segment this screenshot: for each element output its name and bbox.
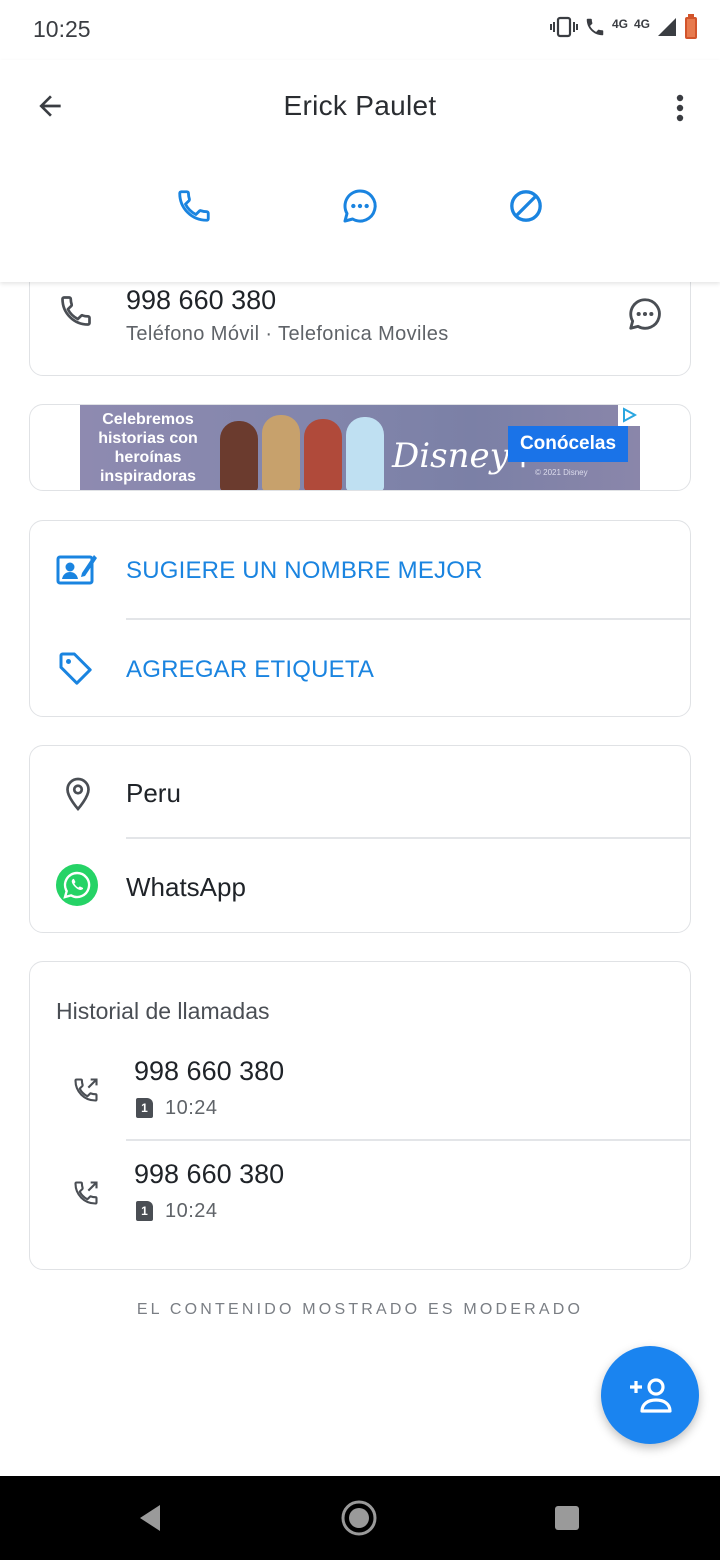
outgoing-call-icon bbox=[72, 1076, 100, 1109]
status-time: 10:25 bbox=[33, 16, 91, 42]
block-button[interactable] bbox=[500, 180, 552, 232]
battery-icon bbox=[684, 13, 698, 45]
call-time: 10:24 bbox=[165, 1097, 218, 1119]
add-person-icon bbox=[630, 1378, 672, 1413]
ad-headline: Celebremos historias con heroínas inspir… bbox=[98, 411, 198, 485]
more-options-button[interactable] bbox=[666, 86, 694, 130]
home-circle-icon bbox=[341, 1500, 377, 1536]
back-triangle-icon bbox=[140, 1505, 160, 1531]
nav-back-button[interactable] bbox=[130, 1498, 170, 1538]
edit-contact-icon bbox=[56, 551, 98, 592]
more-vert-icon bbox=[676, 94, 684, 122]
call-number: 998 660 380 bbox=[134, 1159, 285, 1189]
call-history-item[interactable]: 998 660 380 1 10:24 bbox=[30, 1145, 690, 1245]
status-bar: 10:25 4G 4G bbox=[0, 0, 720, 60]
ad-choices-icon[interactable] bbox=[618, 405, 640, 426]
add-tag-label: AGREGAR ETIQUETA bbox=[126, 656, 375, 683]
ad-character-figure bbox=[304, 419, 342, 490]
net-label-2: 4G bbox=[633, 17, 650, 31]
contact-info-card: Peru WhatsApp bbox=[29, 745, 691, 933]
nav-home-button[interactable] bbox=[339, 1498, 379, 1538]
ad-copyright: © 2021 Disney bbox=[535, 468, 588, 477]
contact-name: Erick Paulet bbox=[283, 90, 437, 121]
add-contact-button[interactable] bbox=[601, 1346, 699, 1444]
phone-number: 998 660 380 bbox=[126, 285, 277, 315]
add-tag-row[interactable]: AGREGAR ETIQUETA bbox=[30, 619, 690, 717]
ad-cta-button[interactable]: Conócelas bbox=[508, 426, 628, 462]
call-history-title: Historial de llamadas bbox=[56, 998, 270, 1024]
whatsapp-icon bbox=[56, 864, 98, 911]
ad-banner[interactable]: Celebremos historias con heroínas inspir… bbox=[80, 405, 640, 490]
block-icon bbox=[510, 190, 542, 222]
recents-square-icon bbox=[555, 1506, 579, 1530]
phone-type-carrier: Teléfono Móvil · Telefonica Moviles bbox=[126, 323, 449, 345]
ad-card: Celebremos historias con heroínas inspir… bbox=[29, 404, 691, 491]
whatsapp-label: WhatsApp bbox=[126, 872, 246, 902]
phone-icon bbox=[58, 293, 94, 334]
message-button[interactable] bbox=[334, 180, 386, 232]
net-label-1: 4G bbox=[611, 17, 628, 31]
suggest-card: SUGIERE UN NOMBRE MEJOR AGREGAR ETIQUETA bbox=[29, 520, 691, 717]
ad-character-figure bbox=[262, 415, 300, 490]
location-row: Peru bbox=[30, 746, 690, 838]
message-icon bbox=[629, 298, 661, 330]
call-button[interactable] bbox=[168, 180, 220, 232]
phone-icon bbox=[178, 190, 210, 222]
outgoing-call-icon bbox=[72, 1179, 100, 1212]
message-icon bbox=[343, 189, 377, 223]
call-history-card: Historial de llamadas 998 660 380 1 10:2… bbox=[29, 961, 691, 1270]
sms-button[interactable] bbox=[626, 295, 664, 338]
whatsapp-row[interactable]: WhatsApp bbox=[30, 838, 690, 932]
call-history-item[interactable]: 998 660 380 1 10:24 bbox=[30, 1042, 690, 1140]
location-label: Peru bbox=[126, 778, 181, 808]
sim-icon: 1 bbox=[136, 1201, 153, 1221]
signal-icon bbox=[656, 16, 678, 43]
location-pin-icon bbox=[60, 774, 96, 819]
sim-icon: 1 bbox=[136, 1098, 153, 1118]
tag-icon bbox=[56, 649, 96, 694]
call-number: 998 660 380 bbox=[134, 1056, 285, 1086]
status-icons: 4G 4G bbox=[549, 13, 698, 45]
suggest-name-label: SUGIERE UN NOMBRE MEJOR bbox=[126, 557, 483, 584]
nav-recents-button[interactable] bbox=[547, 1498, 587, 1538]
ad-character-figure bbox=[346, 417, 384, 490]
divider bbox=[126, 1139, 690, 1141]
moderation-note: EL CONTENIDO MOSTRADO ES MODERADO bbox=[136, 1301, 584, 1318]
suggest-name-row[interactable]: SUGIERE UN NOMBRE MEJOR bbox=[30, 521, 690, 619]
wifi-call-icon bbox=[584, 16, 606, 43]
contact-header: Erick Paulet bbox=[0, 60, 720, 282]
ad-character-figure bbox=[220, 421, 258, 490]
vibrate-icon bbox=[549, 16, 578, 43]
system-nav-bar bbox=[0, 1476, 720, 1560]
call-time: 10:24 bbox=[165, 1200, 218, 1222]
